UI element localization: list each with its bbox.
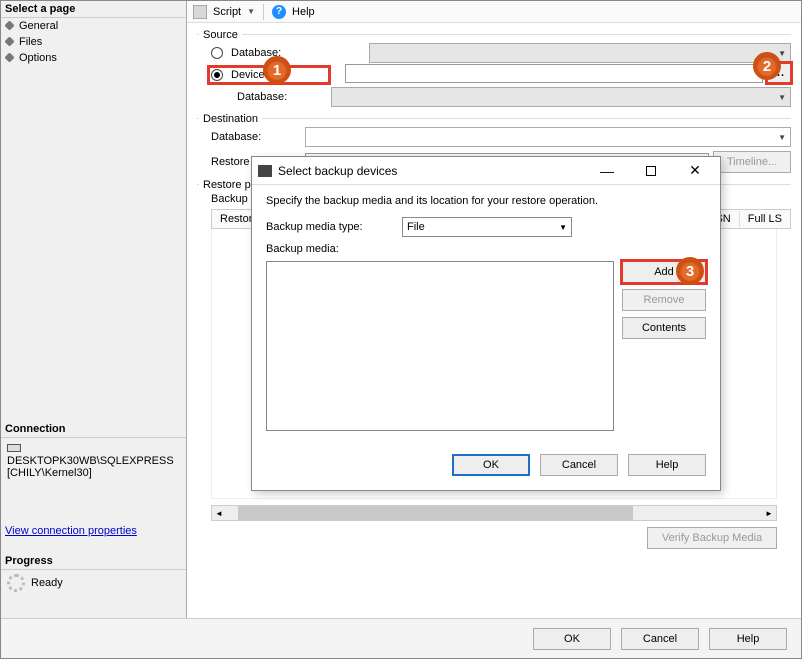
sidebar-item-label: Files bbox=[19, 36, 42, 48]
horizontal-scrollbar[interactable]: ◄ ► bbox=[211, 505, 777, 521]
toolbar: Script ▼ ? Help bbox=[187, 1, 801, 23]
dialog-title: Select backup devices bbox=[278, 164, 397, 178]
media-row: Backup media: bbox=[266, 243, 706, 255]
main-cancel-button[interactable]: Cancel bbox=[621, 628, 699, 650]
connection-title: Connection bbox=[1, 421, 186, 438]
maximize-icon bbox=[646, 166, 656, 176]
server-icon bbox=[7, 442, 19, 452]
dest-database-label: Database: bbox=[211, 131, 301, 143]
destination-group-label: Destination bbox=[199, 113, 262, 125]
annotation-2: 2 bbox=[753, 52, 781, 80]
select-page-title: Select a page bbox=[1, 1, 186, 18]
minimize-icon: — bbox=[600, 163, 614, 179]
script-button[interactable]: Script bbox=[213, 6, 241, 18]
dialog-app-icon bbox=[258, 165, 272, 177]
main-footer: OK Cancel Help bbox=[1, 618, 801, 658]
source-group-label: Source bbox=[199, 29, 242, 41]
dialog-ok-button[interactable]: OK bbox=[452, 454, 530, 476]
sidebar-item-label: Options bbox=[19, 52, 57, 64]
backup-media-listbox[interactable] bbox=[266, 261, 614, 431]
progress-title: Progress bbox=[1, 553, 186, 570]
media-main-row: Add Remove Contents bbox=[266, 261, 706, 439]
verify-backup-media-button[interactable]: Verify Backup Media bbox=[647, 527, 777, 549]
connection-value: DESKTOPK30WB\SQLEXPRESS [CHILY\Kernel30] bbox=[7, 455, 174, 479]
view-connection-properties-link[interactable]: View connection properties bbox=[1, 523, 186, 539]
maximize-button[interactable] bbox=[632, 160, 670, 182]
help-button[interactable]: Help bbox=[292, 6, 315, 18]
media-type-combo[interactable]: File ▼ bbox=[402, 217, 572, 237]
annotation-1: 1 bbox=[263, 56, 291, 84]
dialog-side-buttons: Add Remove Contents bbox=[622, 261, 706, 439]
script-icon bbox=[193, 5, 207, 19]
dest-database-combo[interactable]: ▼ bbox=[305, 127, 791, 147]
device-path-row: ... bbox=[345, 63, 791, 83]
dialog-footer: OK Cancel Help bbox=[252, 443, 720, 490]
minimize-button[interactable]: — bbox=[588, 160, 626, 182]
database-radio[interactable] bbox=[211, 47, 223, 59]
sidebar-item-options[interactable]: Options bbox=[1, 50, 186, 66]
sidebar-item-files[interactable]: Files bbox=[1, 34, 186, 50]
media-type-label: Backup media type: bbox=[266, 221, 396, 233]
chevron-down-icon: ▼ bbox=[778, 93, 786, 102]
sidebar-item-label: General bbox=[19, 20, 58, 32]
chevron-down-icon: ▼ bbox=[559, 223, 567, 232]
connection-value-row: DESKTOPK30WB\SQLEXPRESS [CHILY\Kernel30] bbox=[1, 438, 186, 483]
dest-database-row: Database: ▼ bbox=[211, 127, 791, 147]
device-path-input[interactable] bbox=[345, 64, 763, 83]
remove-button[interactable]: Remove bbox=[622, 289, 706, 311]
nested-database-combo[interactable]: ▼ bbox=[331, 87, 791, 107]
close-icon: ✕ bbox=[689, 162, 701, 179]
source-database-row: Database: ▼ bbox=[211, 43, 791, 63]
help-icon: ? bbox=[272, 5, 286, 19]
select-backup-devices-dialog: Select backup devices — ✕ Specify the ba… bbox=[251, 156, 721, 491]
contents-button[interactable]: Contents bbox=[622, 317, 706, 339]
toolbar-separator bbox=[263, 4, 264, 20]
media-type-row: Backup media type: File ▼ bbox=[266, 217, 706, 237]
close-button[interactable]: ✕ bbox=[676, 160, 714, 182]
nested-database-label: Database: bbox=[237, 91, 327, 103]
annotation-3: 3 bbox=[676, 257, 704, 285]
main-ok-button[interactable]: OK bbox=[533, 628, 611, 650]
main-help-button[interactable]: Help bbox=[709, 628, 787, 650]
database-radio-label: Database: bbox=[231, 47, 301, 59]
col-fulllsn[interactable]: Full LS bbox=[740, 211, 790, 227]
progress-row: Ready bbox=[1, 570, 186, 596]
dialog-help-button[interactable]: Help bbox=[628, 454, 706, 476]
device-radio[interactable] bbox=[211, 69, 223, 81]
chevron-down-icon: ▼ bbox=[778, 133, 786, 142]
progress-spinner-icon bbox=[7, 574, 25, 592]
dialog-body: Specify the backup media and its locatio… bbox=[252, 185, 720, 443]
source-database-combo[interactable]: ▼ bbox=[369, 43, 791, 63]
nested-database-row: Database: ▼ bbox=[237, 87, 791, 107]
scroll-left-icon[interactable]: ◄ bbox=[212, 506, 226, 520]
scroll-thumb[interactable] bbox=[238, 506, 633, 520]
backup-media-label: Backup media: bbox=[266, 243, 339, 255]
dialog-cancel-button[interactable]: Cancel bbox=[540, 454, 618, 476]
sidebar: Select a page General Files Options Conn… bbox=[1, 1, 187, 618]
media-type-value: File bbox=[407, 221, 425, 233]
script-dropdown-caret-icon[interactable]: ▼ bbox=[247, 7, 255, 16]
progress-status: Ready bbox=[31, 577, 63, 589]
timeline-button[interactable]: Timeline... bbox=[713, 151, 791, 173]
scroll-right-icon[interactable]: ► bbox=[762, 506, 776, 520]
sidebar-item-general[interactable]: General bbox=[1, 18, 186, 34]
dialog-instruction: Specify the backup media and its locatio… bbox=[266, 195, 706, 207]
dialog-titlebar[interactable]: Select backup devices — ✕ bbox=[252, 157, 720, 185]
chevron-down-icon: ▼ bbox=[778, 49, 786, 58]
